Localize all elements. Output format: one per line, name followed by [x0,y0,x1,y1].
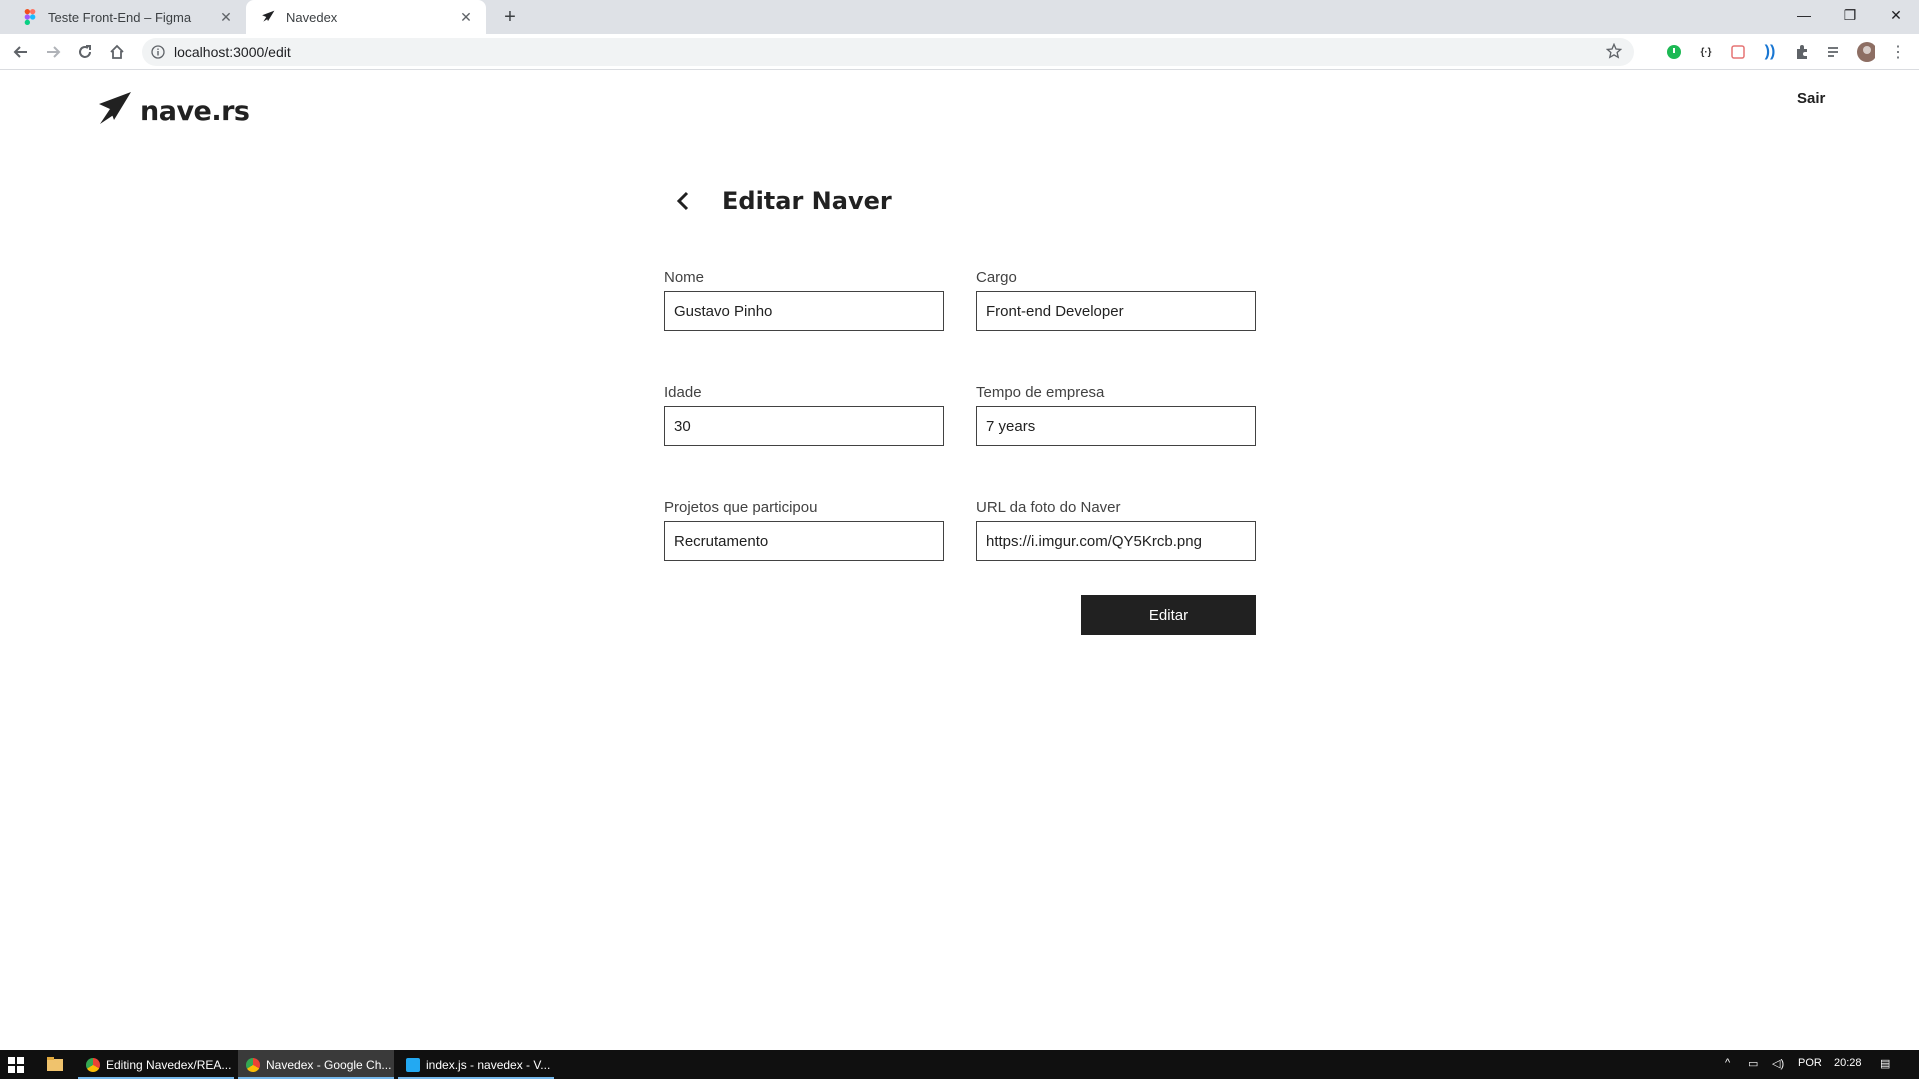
name-label: Nome [664,269,705,286]
project-input[interactable] [664,521,944,561]
browser-tab-navedex[interactable]: Navedex ✕ [246,0,486,34]
minimize-button[interactable]: — [1781,0,1827,30]
taskbar-item-vscode[interactable]: index.js - navedex - V... [398,1050,554,1079]
vscode-icon [406,1057,420,1072]
profile-avatar-icon[interactable] [1857,42,1875,62]
rocket-icon [260,9,276,25]
file-explorer-icon[interactable] [47,1057,63,1071]
job-role-input[interactable] [976,291,1256,331]
job-role-field: Cargo [976,269,1256,331]
project-label: Projetos que participou [664,499,818,516]
language-indicator[interactable]: POR [1798,1057,1822,1069]
close-icon[interactable]: ✕ [456,7,476,27]
taskbar-item-label: index.js - navedex - V... [426,1057,551,1072]
extension-green-icon[interactable] [1665,43,1683,61]
reload-icon[interactable] [73,40,97,64]
address-bar[interactable]: localhost:3000/edit [142,38,1634,66]
app-page: nave.rs Sair Editar Naver Nome Cargo Ida… [0,71,1919,1050]
age-input[interactable] [664,406,944,446]
browser-toolbar: localhost:3000/edit {·} )) ⋮ [0,34,1919,70]
photo-url-field: URL da foto do Naver [976,499,1256,561]
clock[interactable]: 20:28 [1834,1057,1862,1069]
admission-label: Tempo de empresa [976,384,1105,401]
back-arrow-icon[interactable] [9,40,33,64]
bookmark-star-icon[interactable] [1605,42,1624,61]
admission-field: Tempo de empresa [976,384,1256,446]
logout-link[interactable]: Sair [1797,90,1825,107]
extension-pdf-icon[interactable] [1729,43,1747,61]
extension-brackets-icon[interactable]: {·} [1697,43,1715,61]
taskbar-item-chrome-1[interactable]: Editing Navedex/REA... [78,1050,234,1079]
brand-logo[interactable]: nave.rs [96,91,250,132]
chevron-up-icon[interactable]: ^ [1725,1057,1730,1069]
close-icon[interactable]: ✕ [216,7,236,27]
reading-list-icon[interactable] [1825,43,1843,61]
chrome-icon [86,1057,100,1072]
url-text: localhost:3000/edit [174,44,291,60]
figma-icon [22,9,38,25]
new-tab-button[interactable]: + [498,5,522,29]
info-icon[interactable] [150,44,166,60]
close-window-button[interactable]: ✕ [1873,0,1919,30]
restore-button[interactable]: ❐ [1827,0,1873,30]
network-icon[interactable]: ▭ [1748,1057,1758,1070]
home-icon[interactable] [105,40,129,64]
age-field: Idade [664,384,944,446]
job-role-label: Cargo [976,269,1017,286]
age-label: Idade [664,384,702,401]
taskbar-item-label: Editing Navedex/REA... [106,1057,232,1072]
tab-title: Teste Front-End – Figma [48,9,192,25]
chrome-icon [246,1057,260,1072]
windows-start-icon[interactable] [8,1057,24,1073]
edit-submit-button[interactable]: Editar [1081,595,1256,635]
notification-icon[interactable]: ▤ [1880,1057,1890,1070]
page-title: Editar Naver [722,187,892,215]
back-icon[interactable] [664,181,704,221]
name-field: Nome [664,269,944,331]
project-field: Projetos que participou [664,499,944,561]
browser-tab-figma[interactable]: Teste Front-End – Figma ✕ [8,0,246,34]
name-input[interactable] [664,291,944,331]
brand-name: nave.rs [140,96,250,127]
puzzle-icon[interactable] [1793,43,1811,61]
taskbar-item-chrome-2[interactable]: Navedex - Google Ch... [238,1050,394,1079]
rocket-icon [96,91,132,132]
volume-icon[interactable]: ◁) [1772,1057,1784,1070]
browser-tabstrip: Teste Front-End – Figma ✕ Navedex ✕ + — … [0,0,1919,34]
windows-taskbar: Editing Navedex/REA... Navedex - Google … [0,1050,1919,1079]
tab-title: Navedex [286,9,338,25]
extension-wave-icon[interactable]: )) [1761,43,1779,61]
taskbar-item-label: Navedex - Google Ch... [266,1057,392,1072]
forward-arrow-icon[interactable] [41,40,65,64]
more-menu-icon[interactable]: ⋮ [1889,43,1907,61]
form-header: Editar Naver [664,181,892,221]
admission-input[interactable] [976,406,1256,446]
photo-url-input[interactable] [976,521,1256,561]
photo-url-label: URL da foto do Naver [976,499,1121,516]
